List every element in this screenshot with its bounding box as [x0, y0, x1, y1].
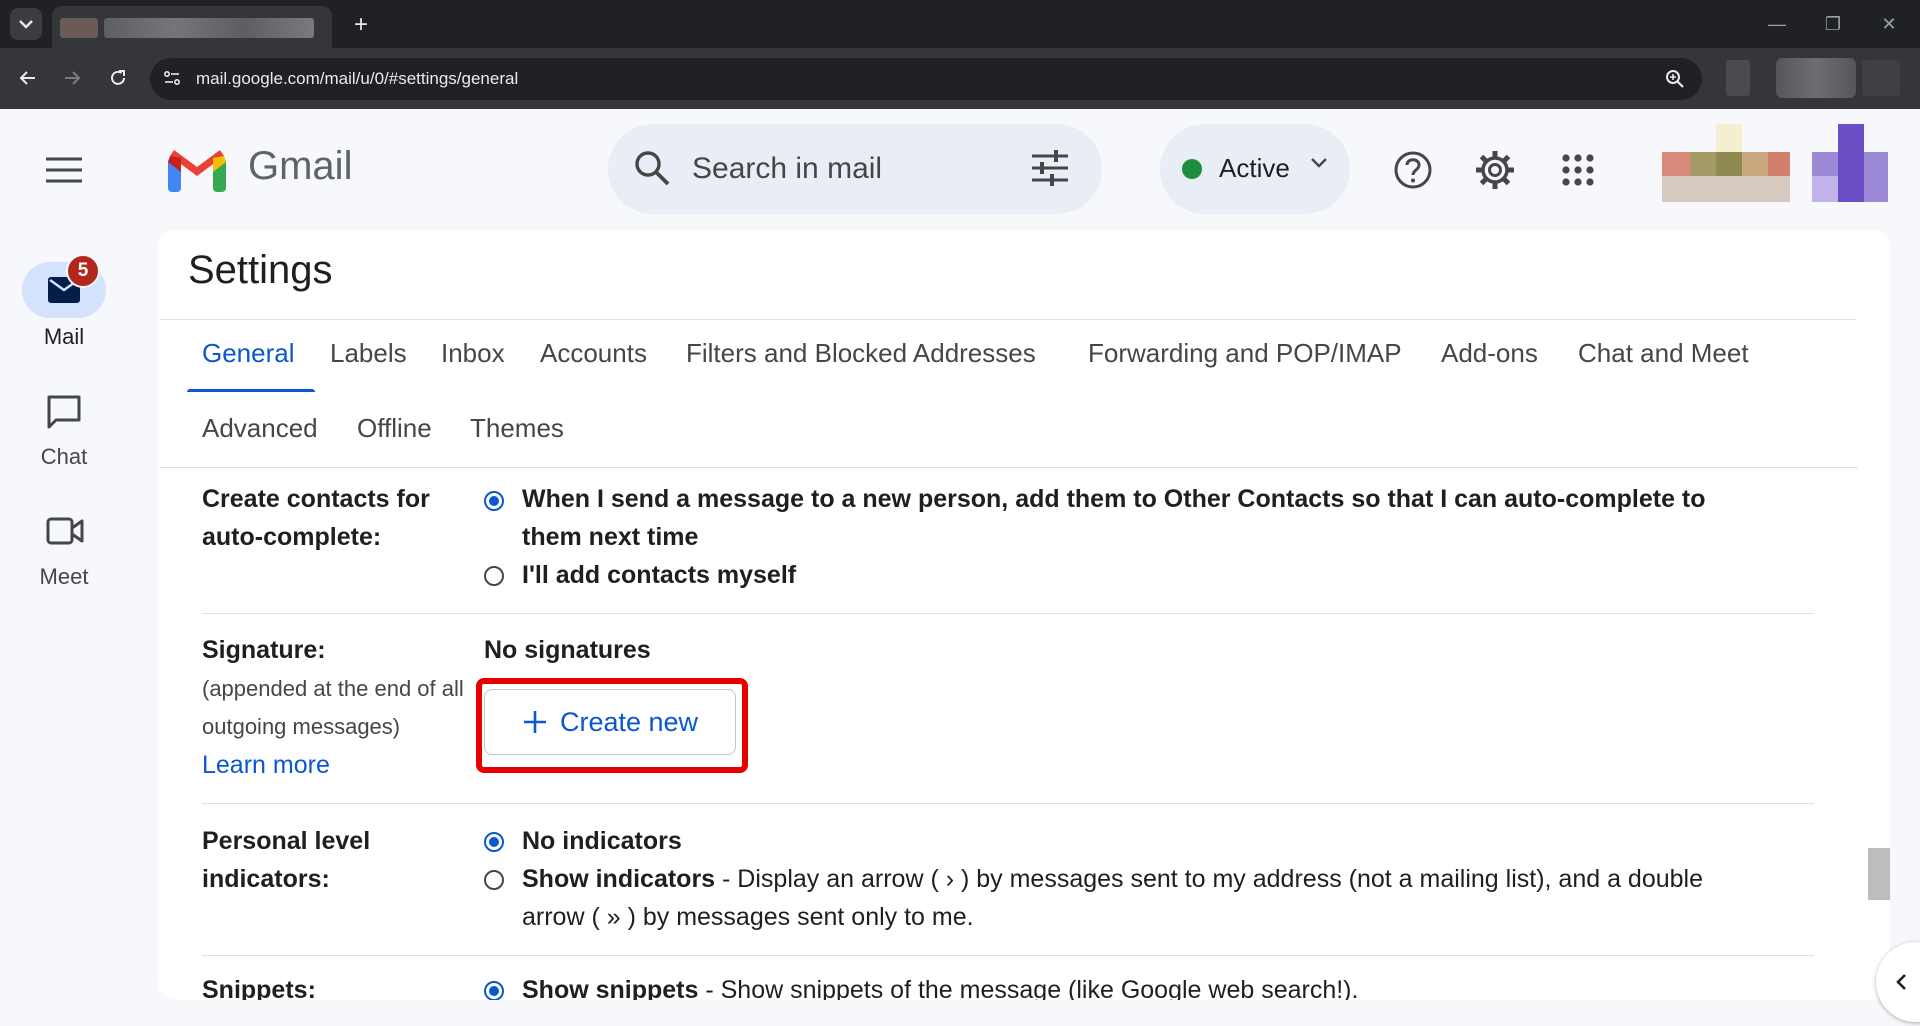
signature-sub-line2: outgoing messages) [202, 714, 401, 739]
profile-button[interactable] [1776, 58, 1856, 98]
tab-forwarding[interactable]: Forwarding and POP/IMAP [1088, 338, 1402, 369]
main-menu-button[interactable] [40, 146, 88, 194]
nav-chat-label[interactable]: Chat [14, 444, 114, 470]
gmail-wordmark: Gmail [248, 144, 353, 188]
active-tab-indicator [187, 389, 315, 392]
zoom-icon[interactable] [1664, 68, 1686, 95]
reload-icon [111, 70, 125, 85]
contacts-manual-option[interactable]: I'll add contacts myself [522, 556, 796, 594]
browser-menu-button[interactable] [1862, 60, 1900, 96]
gmail-logo-icon[interactable] [168, 148, 226, 197]
signature-sub-line1: (appended at the end of all [202, 676, 464, 701]
search-input[interactable] [690, 146, 994, 192]
browser-tab-active[interactable] [52, 6, 332, 48]
scrollbar-thumb[interactable] [1868, 848, 1890, 900]
contacts-auto-line1: When I send a message to a new person, a… [522, 485, 1706, 513]
indicators-label-line2: indicators: [202, 865, 330, 893]
minimize-button[interactable]: — [1762, 12, 1792, 36]
tab-themes[interactable]: Themes [470, 413, 564, 444]
meet-video-icon[interactable] [46, 516, 84, 551]
indicators-label-line1: Personal level [202, 827, 371, 855]
contacts-label-line2: auto-complete: [202, 523, 382, 551]
tab-offline[interactable]: Offline [357, 413, 432, 444]
chevron-down-icon[interactable] [1310, 156, 1328, 175]
arrow-left-icon [19, 71, 35, 85]
extension-icon[interactable] [1726, 60, 1750, 96]
tab-filters[interactable]: Filters and Blocked Addresses [686, 338, 1036, 369]
section-divider [202, 955, 1814, 956]
page-title: Settings [188, 248, 333, 292]
settings-gear-icon[interactable] [1471, 146, 1519, 194]
chat-icon[interactable] [46, 394, 82, 435]
no-indicators-option[interactable]: No indicators [522, 822, 682, 860]
section-divider [202, 613, 1814, 614]
show-snippets-desc: - Show snippets of the message (like Goo… [698, 976, 1359, 1000]
back-button[interactable] [12, 62, 44, 94]
tabs-divider [160, 467, 1858, 468]
search-icon[interactable] [632, 148, 672, 193]
contacts-manual-radio[interactable] [484, 566, 504, 586]
tab-chat-meet[interactable]: Chat and Meet [1578, 338, 1749, 369]
show-snippets-option[interactable]: Show snippets - Show snippets of the mes… [522, 971, 1358, 1000]
tab-favicon [60, 18, 98, 38]
indicators-setting-label: Personal level indicators: [202, 822, 370, 898]
avatar[interactable] [1812, 124, 1888, 202]
forward-button[interactable] [56, 62, 88, 94]
snippets-label: Snippets: [202, 976, 316, 1000]
show-indicators-bold: Show indicators [522, 865, 716, 893]
contacts-label-line1: Create contacts for [202, 485, 430, 513]
contacts-auto-option[interactable]: When I send a message to a new person, a… [522, 480, 1706, 556]
show-snippets-radio[interactable] [484, 981, 504, 1000]
show-indicators-desc: - Display an arrow ( › ) by messages sen… [715, 865, 1704, 893]
show-indicators-option[interactable]: Show indicators - Display an arrow ( › )… [522, 860, 1703, 898]
tab-labels[interactable]: Labels [330, 338, 407, 369]
tab-general[interactable]: General [202, 338, 295, 369]
signature-label: Signature: [202, 636, 326, 664]
hamburger-icon [46, 157, 82, 183]
contacts-setting-label: Create contacts for auto-complete: [202, 480, 430, 556]
learn-more-link[interactable]: Learn more [202, 746, 330, 784]
status-dot [1182, 159, 1202, 179]
show-indicators-desc-line2: arrow ( » ) by messages sent only to me. [522, 903, 974, 931]
reload-button[interactable] [102, 62, 134, 94]
snippets-row: Snippets: Show snippets - Show snippets … [158, 960, 1858, 1000]
chevron-down-icon [19, 20, 33, 29]
tab-title [104, 18, 314, 38]
status-label[interactable]: Active [1219, 153, 1290, 184]
help-icon[interactable] [1389, 146, 1437, 194]
section-divider [202, 803, 1814, 804]
no-signatures-text: No signatures [484, 636, 651, 664]
arrow-right-icon [65, 71, 81, 85]
tab-inbox[interactable]: Inbox [441, 338, 505, 369]
account-org-logo[interactable] [1640, 124, 1790, 202]
no-indicators-radio[interactable] [484, 832, 504, 852]
title-divider [160, 319, 1856, 320]
show-snippets-bold: Show snippets [522, 976, 699, 1000]
tab-accounts[interactable]: Accounts [540, 338, 647, 369]
restore-button[interactable]: ❐ [1818, 12, 1848, 36]
contacts-auto-radio[interactable] [484, 491, 504, 511]
url-text[interactable]: mail.google.com/mail/u/0/#settings/gener… [196, 69, 518, 89]
tab-addons[interactable]: Add-ons [1441, 338, 1538, 369]
close-window-button[interactable]: ✕ [1874, 12, 1904, 36]
chevron-left-icon [1896, 974, 1906, 990]
google-apps-icon[interactable] [1554, 146, 1602, 194]
tab-advanced[interactable]: Advanced [202, 413, 318, 444]
unread-badge: 5 [66, 254, 100, 288]
nav-meet-label[interactable]: Meet [14, 564, 114, 590]
site-info-icon[interactable] [162, 68, 182, 93]
search-options-icon[interactable] [1030, 150, 1070, 191]
nav-mail-label[interactable]: Mail [14, 324, 114, 350]
highlight-box [476, 678, 748, 773]
contacts-auto-line2: them next time [522, 523, 699, 551]
new-tab-button[interactable]: + [346, 10, 376, 40]
tab-search-button[interactable] [10, 8, 42, 40]
show-indicators-radio[interactable] [484, 870, 504, 890]
